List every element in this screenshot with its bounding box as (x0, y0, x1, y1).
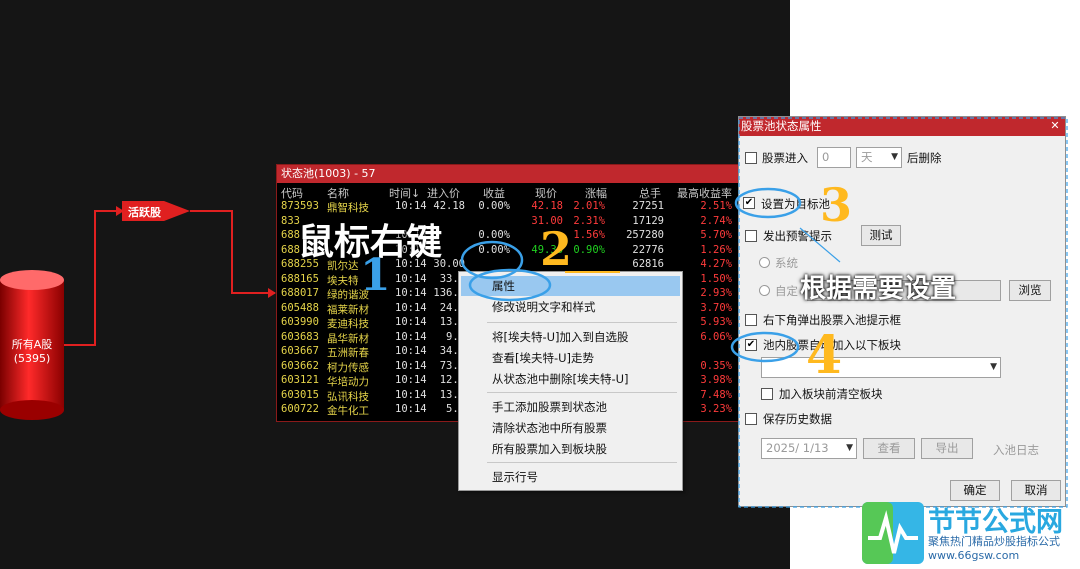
logo-url: www.66gsw.com (928, 549, 1020, 562)
step-4-annotation: 4 (806, 325, 843, 386)
set-as-needed-annotation: 根据需要设置 (800, 274, 957, 304)
step-2-annotation: 2 (540, 222, 573, 276)
step-3-annotation: 3 (820, 178, 853, 232)
logo-slogan: 聚焦热门精品炒股指标公式 (928, 535, 1060, 548)
step-1-annotation: 1 (360, 250, 391, 301)
